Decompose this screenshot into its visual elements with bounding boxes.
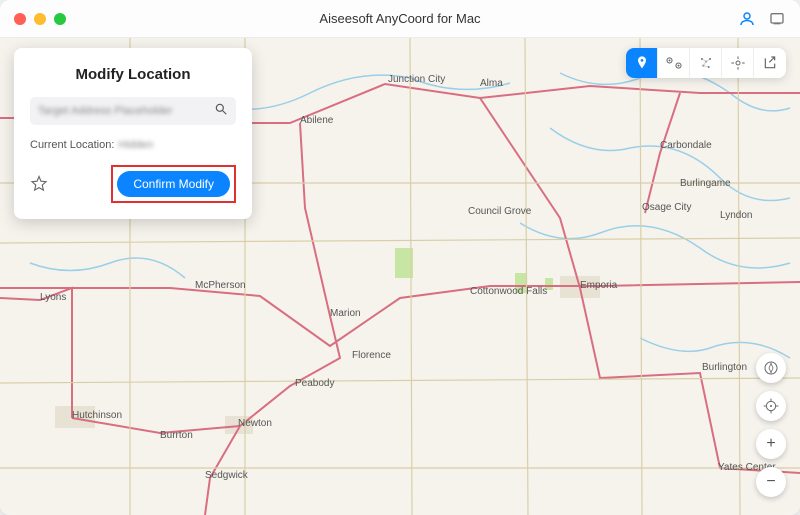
confirm-modify-button[interactable]: Confirm Modify bbox=[117, 171, 230, 197]
city-label: Newton bbox=[238, 418, 272, 429]
city-label: Council Grove bbox=[468, 206, 532, 217]
card-bottom-row: Confirm Modify bbox=[30, 165, 236, 203]
city-label: Sedgwick bbox=[205, 470, 249, 481]
city-label: Burrton bbox=[160, 430, 193, 441]
city-label: Hutchinson bbox=[72, 410, 122, 421]
minimize-window-button[interactable] bbox=[34, 13, 46, 25]
map-canvas[interactable]: Junction City Alma Carbondale Abilene Burlin… bbox=[0, 38, 800, 515]
city-label: Cottonwood Falls bbox=[470, 286, 547, 297]
export-icon[interactable] bbox=[754, 48, 786, 78]
city-label: Lyons bbox=[40, 292, 66, 303]
titlebar-right bbox=[738, 10, 786, 28]
map-controls: + − bbox=[756, 353, 786, 497]
close-window-button[interactable] bbox=[14, 13, 26, 25]
search-input[interactable]: Target Address Placeholder bbox=[38, 105, 214, 117]
city-label: Osage City bbox=[642, 202, 691, 213]
city-label: Peabody bbox=[295, 378, 334, 389]
favorite-star-icon[interactable] bbox=[30, 175, 48, 193]
city-label: Lyndon bbox=[720, 210, 752, 221]
mode-one-stop-icon[interactable] bbox=[658, 48, 690, 78]
city-label: Burlingame bbox=[680, 178, 731, 189]
zoom-in-button[interactable]: + bbox=[756, 429, 786, 459]
modify-location-card: Modify Location Target Address Placehold… bbox=[14, 48, 252, 219]
modify-title: Modify Location bbox=[30, 66, 236, 83]
mode-toolbar bbox=[626, 48, 786, 78]
city-label: Marion bbox=[330, 308, 361, 319]
mode-modify-location-icon[interactable] bbox=[626, 48, 658, 78]
city-label: Abilene bbox=[300, 115, 334, 126]
locate-icon[interactable] bbox=[756, 391, 786, 421]
titlebar: Aiseesoft AnyCoord for Mac bbox=[0, 0, 800, 38]
confirm-highlight-box: Confirm Modify bbox=[111, 165, 236, 203]
zoom-out-button[interactable]: − bbox=[756, 467, 786, 497]
app-window: Aiseesoft AnyCoord for Mac bbox=[0, 0, 800, 515]
city-label: Junction City bbox=[388, 74, 445, 85]
city-label: Florence bbox=[352, 350, 391, 361]
mode-joystick-icon[interactable] bbox=[722, 48, 754, 78]
city-label: Alma bbox=[480, 78, 503, 89]
city-label: Carbondale bbox=[660, 140, 712, 151]
account-icon[interactable] bbox=[738, 10, 756, 28]
maximize-window-button[interactable] bbox=[54, 13, 66, 25]
current-location-row: Current Location: Hidden bbox=[30, 139, 236, 151]
mode-multi-stop-icon[interactable] bbox=[690, 48, 722, 78]
window-title: Aiseesoft AnyCoord for Mac bbox=[0, 11, 800, 26]
feedback-icon[interactable] bbox=[768, 10, 786, 28]
current-location-value: Hidden bbox=[118, 139, 153, 151]
compass-icon[interactable] bbox=[756, 353, 786, 383]
search-row: Target Address Placeholder bbox=[30, 97, 236, 125]
city-label: Burlington bbox=[702, 362, 747, 373]
city-label: McPherson bbox=[195, 280, 246, 291]
traffic-lights bbox=[14, 13, 66, 25]
current-location-label: Current Location: bbox=[30, 139, 114, 151]
city-label: Emporia bbox=[580, 280, 618, 291]
search-icon[interactable] bbox=[214, 102, 228, 121]
